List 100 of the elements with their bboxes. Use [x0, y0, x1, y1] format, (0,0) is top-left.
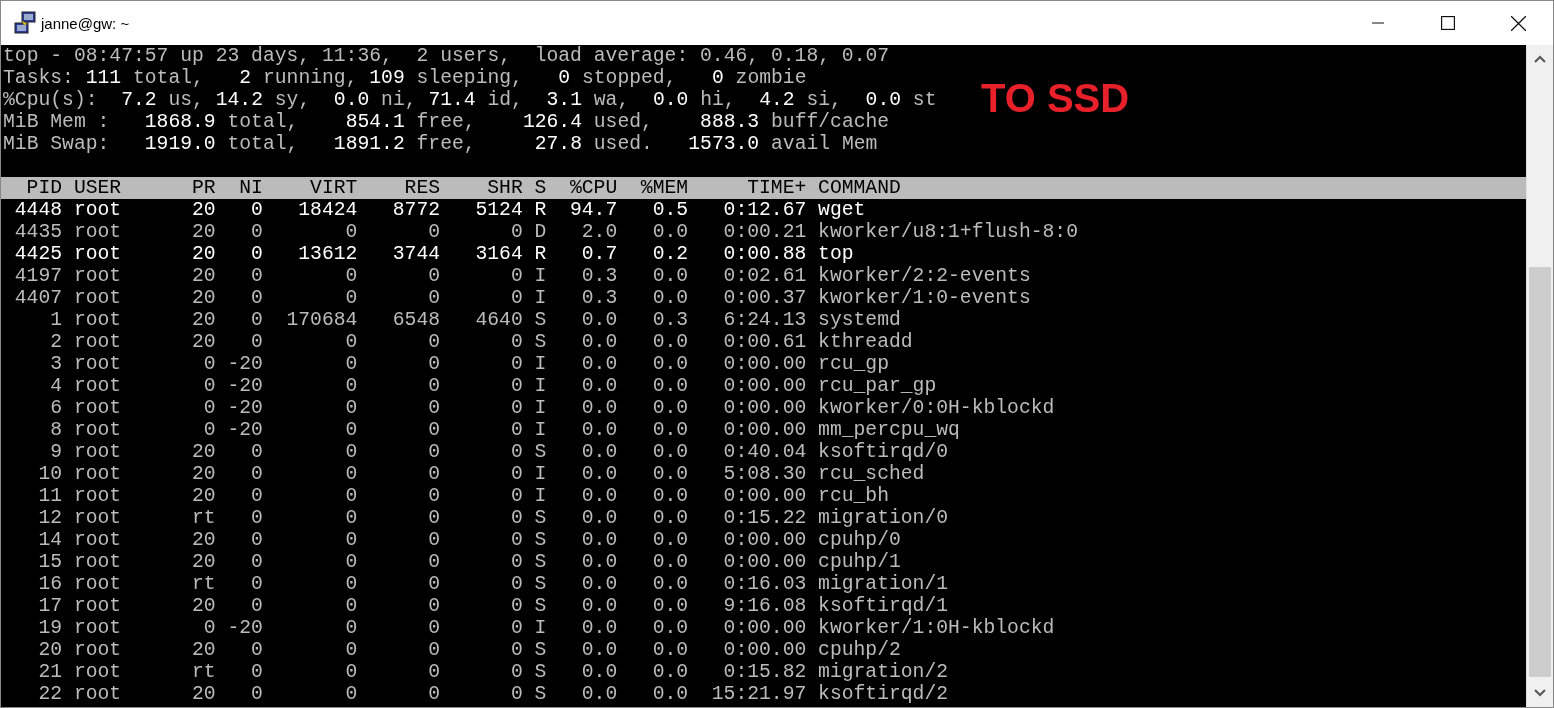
table-cell-text: root: [73, 529, 123, 551]
table-cell: -20: [227, 617, 263, 639]
table-cell-text: 0.0: [651, 397, 689, 419]
table-cell-text: 0: [344, 683, 358, 705]
table-cell: cpuhp/2: [818, 639, 901, 661]
table-cell-text: 0: [250, 551, 263, 573]
table-cell-text: 0: [427, 639, 441, 661]
table-cell: migration/1: [818, 573, 949, 595]
table-cell: -20: [227, 419, 263, 441]
table-cell-text: 0.0: [651, 463, 689, 485]
column-header[interactable]: SHR: [451, 177, 523, 199]
table-cell-text: 0.0: [580, 529, 618, 551]
table-cell: -20: [227, 353, 263, 375]
table-cell-text: 0:02.61: [722, 265, 807, 287]
minimize-icon: [1371, 22, 1385, 24]
column-header[interactable]: VIRT: [274, 177, 358, 199]
table-cell: kworker/1:0-events: [818, 287, 1031, 309]
table-cell-text: 0.0: [651, 573, 689, 595]
table-cell: top: [818, 243, 854, 265]
table-cell-text: 0: [427, 551, 441, 573]
table-cell-text: root: [73, 353, 123, 375]
table-cell-text: root: [73, 463, 123, 485]
table-cell-text: 19: [37, 617, 63, 639]
table-cell-text: 16: [37, 573, 63, 595]
table-cell: S: [534, 595, 547, 617]
table-cell-text: 0: [427, 507, 441, 529]
table-cell-text: 10: [37, 463, 63, 485]
table-cell: systemd: [818, 309, 901, 331]
table-cell-text: 0: [427, 375, 441, 397]
column-header[interactable]: %CPU: [558, 177, 618, 199]
column-header[interactable]: USER: [73, 177, 169, 199]
terminal-line: Tasks: 111 total, 2 running, 109 sleeping, 0 stopped, 0 zombie: [3, 67, 807, 89]
table-cell-text: root: [73, 441, 123, 463]
table-cell-text: 0.3: [580, 287, 618, 309]
scrollbar-thumb[interactable]: [1529, 267, 1551, 677]
table-cell-text: root: [73, 507, 123, 529]
table-cell-text: 4: [49, 375, 63, 397]
table-cell-text: 0.0: [651, 287, 689, 309]
table-cell: -20: [227, 375, 263, 397]
table-cell: kworker/2:2-events: [818, 265, 1031, 287]
column-header[interactable]: %MEM: [629, 177, 689, 199]
table-cell: S: [534, 507, 547, 529]
column-header[interactable]: COMMAND: [818, 177, 901, 199]
table-cell-text: 0: [344, 661, 358, 683]
table-cell-text: 6:24.13: [722, 309, 807, 331]
table-cell: I: [534, 287, 547, 309]
table-cell-text: 4435: [13, 221, 63, 243]
table-cell-text: 15: [37, 551, 63, 573]
table-cell-text: 0: [427, 573, 441, 595]
scrollbar[interactable]: [1526, 45, 1553, 707]
column-header[interactable]: TIME+: [699, 177, 807, 199]
table-cell: ksoftirqd/2: [818, 683, 949, 705]
table-cell-text: 4425: [13, 243, 63, 265]
table-cell-text: 0: [427, 485, 441, 507]
table-cell: I: [534, 485, 547, 507]
table-cell-text: 4407: [13, 287, 63, 309]
table-cell-text: 0:12.67: [722, 199, 807, 221]
table-cell: -20: [227, 397, 263, 419]
table-cell-text: 0.7: [580, 243, 618, 265]
table-cell-text: 0.0: [580, 375, 618, 397]
table-cell: rcu_par_gp: [818, 375, 937, 397]
table-cell-text: root: [73, 551, 123, 573]
table-cell-text: 0: [509, 331, 523, 353]
table-cell-text: 0: [344, 529, 358, 551]
table-cell-text: 0: [344, 463, 358, 485]
table-cell: mm_percpu_wq: [818, 419, 960, 441]
table-cell: kworker/1:0H-kblockd: [818, 617, 1055, 639]
table-cell-text: 0.2: [651, 243, 689, 265]
table-cell-text: 20: [191, 463, 216, 485]
table-cell-text: 0.0: [651, 419, 689, 441]
table-cell-text: 0: [344, 397, 358, 419]
table-cell-text: 0: [344, 573, 358, 595]
table-cell-text: 0: [250, 265, 263, 287]
table-cell-text: 0: [250, 595, 263, 617]
table-cell-text: 0: [344, 639, 358, 661]
table-cell-text: 0: [509, 375, 523, 397]
table-cell-text: 5:08.30: [722, 463, 807, 485]
table-cell: rcu_bh: [818, 485, 889, 507]
table-cell-text: root: [73, 617, 123, 639]
table-cell-text: 5124: [474, 199, 523, 221]
column-header[interactable]: PID: [3, 177, 63, 199]
table-cell-text: 3164: [474, 243, 523, 265]
column-header[interactable]: NI: [227, 177, 263, 199]
column-header[interactable]: S: [534, 177, 547, 199]
column-header[interactable]: PR: [180, 177, 216, 199]
table-cell-text: 0: [250, 287, 263, 309]
table-cell-text: 0: [427, 397, 441, 419]
table-cell-text: 0: [427, 419, 441, 441]
table-cell-text: 0:00.00: [722, 375, 807, 397]
table-cell-text: 0: [509, 507, 523, 529]
table-cell-text: 0.0: [580, 639, 618, 661]
table-cell-text: 0:00.00: [722, 419, 807, 441]
table-cell-text: 0: [202, 617, 216, 639]
table-cell-text: 0: [202, 375, 216, 397]
column-header[interactable]: RES: [369, 177, 441, 199]
table-cell: R: [534, 199, 547, 221]
table-cell-text: 0: [344, 331, 358, 353]
table-cell-text: 0.0: [651, 331, 689, 353]
table-cell: S: [534, 441, 547, 463]
table-cell-text: 0:15.22: [722, 507, 807, 529]
